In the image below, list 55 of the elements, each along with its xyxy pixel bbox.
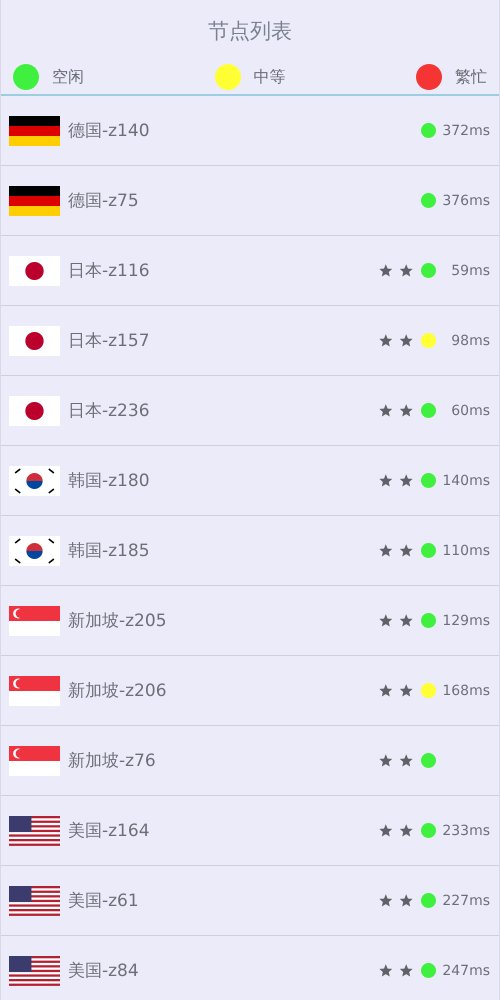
node-row[interactable]: 日本-z236 60ms [1, 376, 499, 446]
node-row[interactable]: 韩国-z180 140ms [1, 446, 499, 516]
legend-label: 空闲 [52, 66, 84, 88]
latency-value: 168ms [442, 682, 490, 698]
node-row[interactable]: 美国-z61 227ms [1, 866, 499, 936]
flag-icon [9, 746, 60, 776]
node-name: 新加坡-z205 [68, 610, 167, 632]
legend-label: 中等 [254, 66, 286, 88]
flag-icon [9, 536, 60, 566]
node-row[interactable]: 德国-z140 372ms [1, 96, 499, 166]
latency-value: 98ms [451, 332, 490, 348]
node-name: 新加坡-z206 [68, 680, 167, 702]
flag-icon [9, 396, 60, 426]
latency-value: 59ms [451, 262, 490, 278]
node-row[interactable]: 美国-z84 247ms [1, 936, 499, 1000]
node-row[interactable]: 德国-z75 376ms [1, 166, 499, 236]
node-name: 德国-z140 [68, 120, 150, 142]
latency-value: 372ms [442, 122, 490, 138]
node-name: 美国-z164 [68, 820, 150, 842]
latency-value: 227ms [442, 892, 490, 908]
node-name: 德国-z75 [68, 190, 139, 212]
latency-value: 376ms [442, 192, 490, 208]
flag-icon [9, 256, 60, 286]
latency-value: 140ms [442, 472, 490, 488]
node-row[interactable]: 美国-z164 233ms [1, 796, 499, 866]
node-name: 新加坡-z76 [68, 750, 156, 772]
node-name: 美国-z61 [68, 890, 139, 912]
flag-icon [9, 186, 60, 216]
node-row[interactable]: 新加坡-z205 129ms [1, 586, 499, 656]
latency-value: 110ms [442, 542, 490, 558]
flag-icon [9, 886, 60, 916]
node-name: 日本-z157 [68, 330, 150, 352]
flag-icon [9, 676, 60, 706]
legend-label: 繁忙 [455, 66, 487, 88]
latency-value: 60ms [451, 402, 490, 418]
node-row[interactable]: 新加坡-z76 [1, 726, 499, 796]
node-row[interactable]: 韩国-z185 110ms [1, 516, 499, 586]
flag-icon [9, 956, 60, 986]
flag-icon [9, 116, 60, 146]
node-name: 美国-z84 [68, 960, 139, 982]
latency-value: 233ms [442, 822, 490, 838]
node-name: 韩国-z180 [68, 470, 150, 492]
node-name: 日本-z236 [68, 400, 150, 422]
flag-icon [9, 326, 60, 356]
latency-value: 129ms [442, 612, 490, 628]
node-row[interactable]: 新加坡-z206 168ms [1, 656, 499, 726]
node-row[interactable]: 日本-z157 98ms [1, 306, 499, 376]
flag-icon [9, 466, 60, 496]
flag-icon [9, 816, 60, 846]
page-title: 节点列表 [207, 18, 293, 45]
node-name: 日本-z116 [68, 260, 150, 282]
node-row[interactable]: 日本-z116 59ms [1, 236, 499, 306]
latency-value: 247ms [442, 962, 490, 978]
node-name: 韩国-z185 [68, 540, 150, 562]
flag-icon [9, 606, 60, 636]
